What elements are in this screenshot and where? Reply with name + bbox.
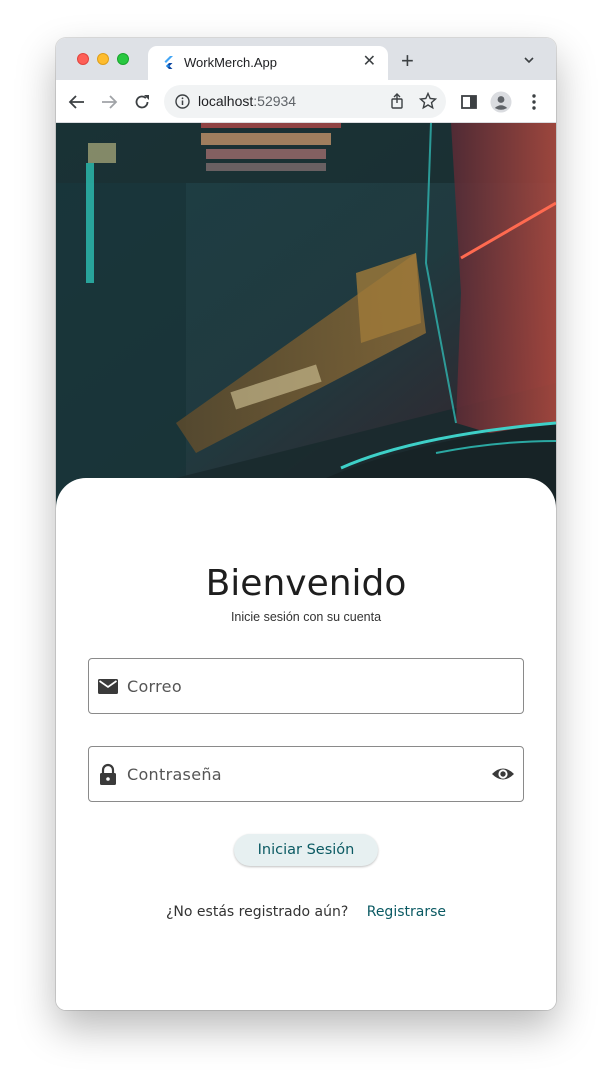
- cyberpunk-background-image: [56, 123, 556, 508]
- url-host: localhost: [198, 93, 254, 109]
- address-bar[interactable]: localhost:52934: [164, 85, 446, 118]
- mail-icon: [98, 679, 118, 694]
- maximize-window-button[interactable]: [117, 53, 129, 65]
- register-prompt: ¿No estás registrado aún?: [166, 904, 349, 920]
- browser-toolbar: localhost:52934: [56, 80, 556, 123]
- browser-window: WorkMerch.App ✕ + localhost:52934 Bienve…: [56, 38, 556, 1010]
- page-title: Bienvenido: [205, 563, 407, 604]
- page-subtitle: Inicie sesión con su cuenta: [230, 610, 382, 624]
- profile-avatar-icon[interactable]: [490, 91, 512, 113]
- minimize-window-button[interactable]: [97, 53, 109, 65]
- bookmark-star-icon[interactable]: [419, 92, 437, 110]
- password-input[interactable]: [127, 747, 477, 801]
- email-input[interactable]: [127, 659, 477, 713]
- close-window-button[interactable]: [77, 53, 89, 65]
- email-field[interactable]: [88, 658, 524, 714]
- chevron-down-icon[interactable]: [524, 55, 534, 65]
- login-card: Bienvenido Inicie sesión con su cuenta C…: [56, 478, 556, 1010]
- share-icon[interactable]: [388, 92, 406, 110]
- forward-arrow-icon[interactable]: [99, 92, 119, 112]
- register-row: ¿No estás registrado aún? Registrarse: [56, 904, 556, 920]
- login-button[interactable]: Iniciar Sesión: [234, 834, 378, 866]
- more-vert-icon[interactable]: [524, 92, 544, 112]
- tab-close-icon[interactable]: ✕: [363, 53, 376, 71]
- flutter-icon: [164, 56, 173, 69]
- tab-bar: WorkMerch.App ✕ +: [56, 38, 556, 80]
- eye-icon[interactable]: [491, 763, 515, 785]
- url-port: :52934: [253, 93, 297, 109]
- password-field[interactable]: [88, 746, 524, 802]
- new-tab-button[interactable]: +: [401, 49, 414, 73]
- back-arrow-icon[interactable]: [67, 92, 87, 112]
- reload-icon[interactable]: [132, 92, 152, 112]
- site-info-icon[interactable]: [174, 93, 191, 110]
- side-panel-icon[interactable]: [459, 92, 479, 112]
- browser-tab[interactable]: WorkMerch.App ✕: [148, 46, 388, 80]
- register-link[interactable]: Registrarse: [367, 904, 446, 920]
- url-text: localhost:52934: [198, 93, 296, 109]
- page-content: Bienvenido Inicie sesión con su cuenta C…: [56, 123, 556, 1010]
- tab-title: WorkMerch.App: [184, 55, 277, 70]
- lock-icon: [100, 763, 116, 785]
